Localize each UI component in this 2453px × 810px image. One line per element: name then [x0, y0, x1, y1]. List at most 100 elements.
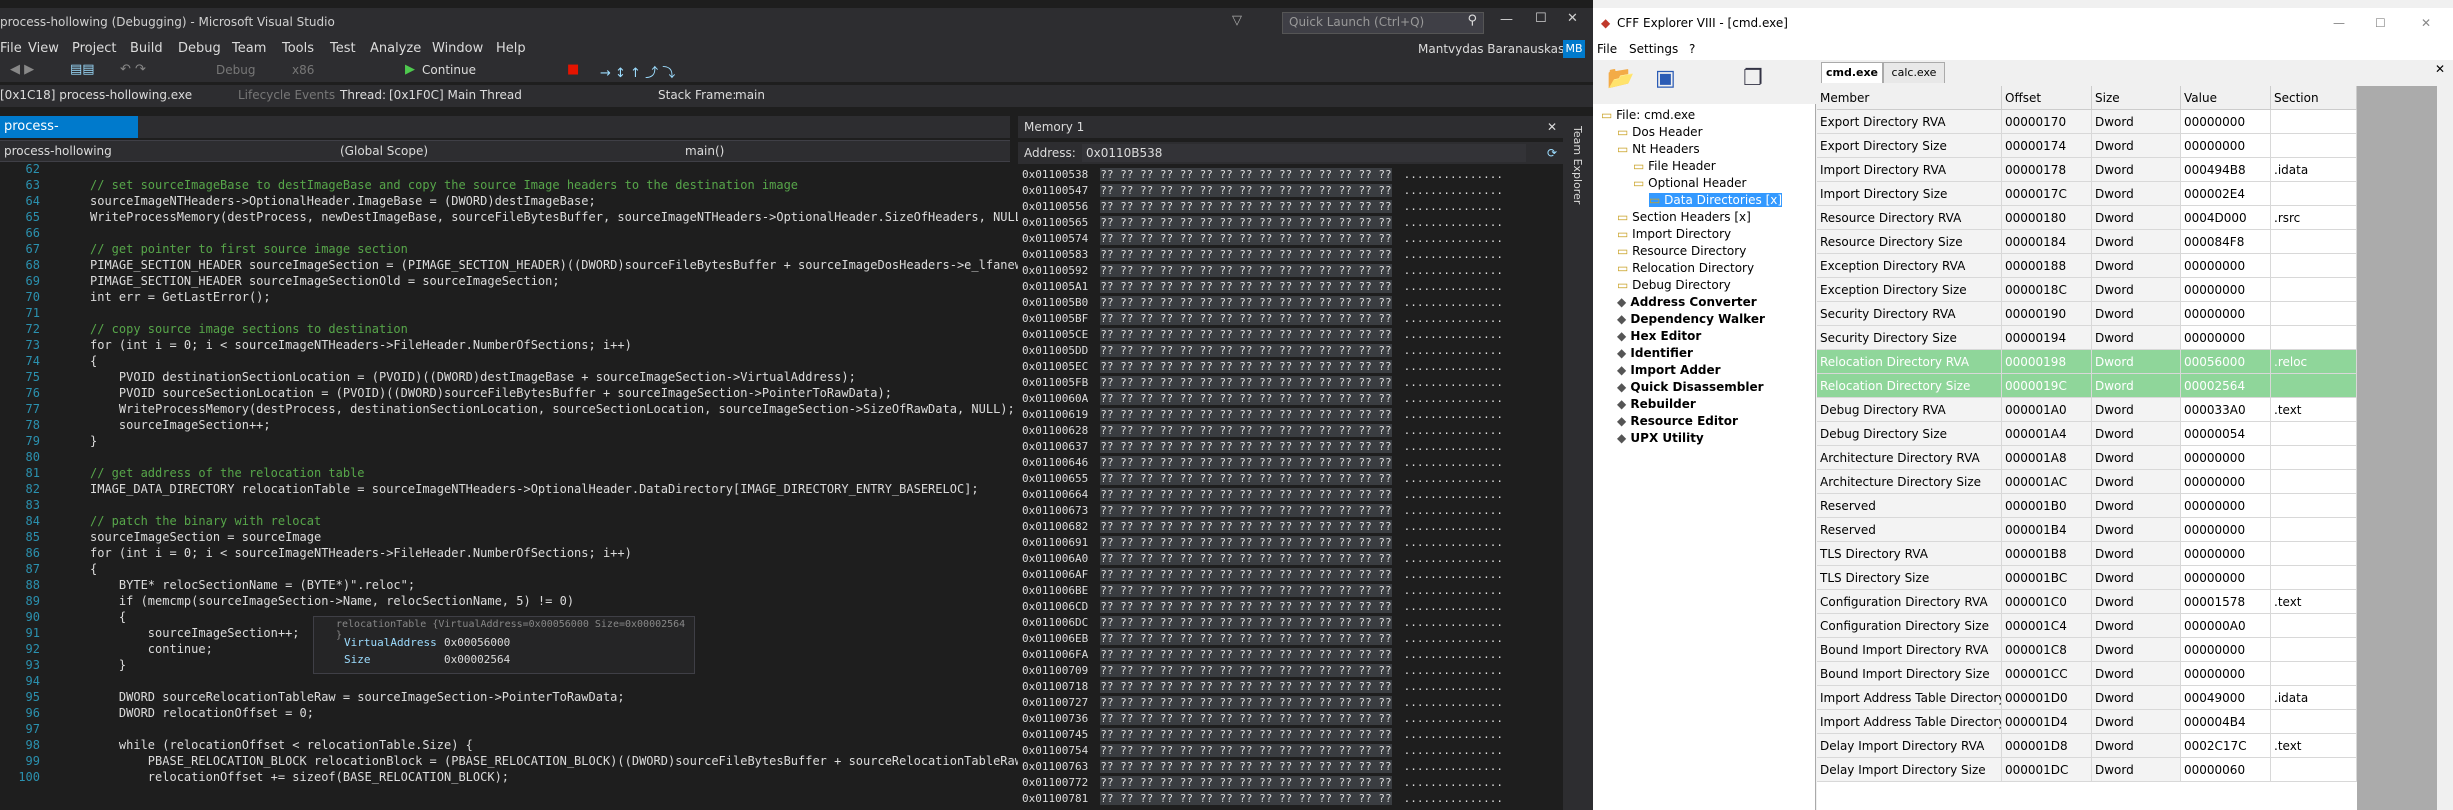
memory-row[interactable]: 0x01100538 ?? ?? ?? ?? ?? ?? ?? ?? ?? ?? …: [1022, 168, 1503, 181]
step-icons[interactable]: → ↕ ↑ ⤴ ⤵: [600, 62, 675, 81]
memory-row[interactable]: 0x01100682 ?? ?? ?? ?? ?? ?? ?? ?? ?? ?? …: [1022, 520, 1503, 533]
table-row[interactable]: Exception Directory Size 0000018C Dword 000…: [1817, 278, 2437, 302]
memory-row[interactable]: 0x01100673 ?? ?? ?? ?? ?? ?? ?? ?? ?? ?? …: [1022, 504, 1503, 517]
memory-row[interactable]: 0x01100745 ?? ?? ?? ?? ?? ?? ?? ?? ?? ?? …: [1022, 728, 1503, 741]
memory-row[interactable]: 0x01100592 ?? ?? ?? ?? ?? ?? ?? ?? ?? ?? …: [1022, 264, 1503, 277]
tree-node[interactable]: ◆ Hex Editor: [1617, 329, 1701, 343]
table-row[interactable]: Configuration Directory Size 000001C4 Dwor…: [1817, 614, 2437, 638]
menu-item[interactable]: Team: [232, 41, 266, 56]
minimize-button[interactable]: —: [1500, 12, 1513, 27]
code-line[interactable]: WriteProcessMemory(destProcess, destinat…: [90, 402, 1015, 416]
table-cell[interactable]: 00000000: [2181, 518, 2271, 542]
memory-row[interactable]: 0x011005CE ?? ?? ?? ?? ?? ?? ?? ?? ?? ?? …: [1022, 328, 1503, 341]
tree-node[interactable]: ◆ Import Adder: [1617, 363, 1721, 377]
table-cell[interactable]: 00000000: [2181, 110, 2271, 134]
memory-row[interactable]: 0x01100727 ?? ?? ?? ?? ?? ?? ?? ?? ?? ?? …: [1022, 696, 1503, 709]
table-cell[interactable]: 00000000: [2181, 326, 2271, 350]
memory-row[interactable]: 0x01100781 ?? ?? ?? ?? ?? ?? ?? ?? ?? ?? …: [1022, 792, 1503, 805]
table-cell[interactable]: 00000000: [2181, 134, 2271, 158]
table-row[interactable]: Delay Import Directory Size 000001DC Dword…: [1817, 758, 2437, 782]
table-cell[interactable]: 000000A0: [2181, 614, 2271, 638]
code-line[interactable]: {: [90, 562, 97, 576]
tab-process-hollowing-cpp[interactable]: process-hollowing.cpp ⊸ ✕: [0, 116, 138, 156]
tree-node[interactable]: ▭ Resource Directory: [1617, 244, 1746, 258]
menu-item[interactable]: Analyze: [370, 41, 421, 56]
project-scope[interactable]: process-hollowing: [4, 141, 112, 161]
code-line[interactable]: {: [90, 354, 97, 368]
memory-row[interactable]: 0x01100583 ?? ?? ?? ?? ?? ?? ?? ?? ?? ?? …: [1022, 248, 1503, 261]
memory-row[interactable]: 0x011005EC ?? ?? ?? ?? ?? ?? ?? ?? ?? ?? …: [1022, 360, 1503, 373]
global-scope[interactable]: (Global Scope): [340, 141, 428, 161]
code-line[interactable]: PIMAGE_SECTION_HEADER sourceImageSection…: [90, 258, 1022, 272]
memory-row[interactable]: 0x011005DD ?? ?? ?? ?? ?? ?? ?? ?? ?? ?? …: [1022, 344, 1503, 357]
code-line[interactable]: }: [90, 434, 97, 448]
table-cell[interactable]: 00000000: [2181, 494, 2271, 518]
memory-row[interactable]: 0x011005FB ?? ?? ?? ?? ?? ?? ?? ?? ?? ?? …: [1022, 376, 1503, 389]
config-dropdown[interactable]: Debug: [216, 63, 255, 77]
menu-item[interactable]: Window: [432, 41, 483, 56]
quick-launch-input[interactable]: Quick Launch (Ctrl+Q) ⚲: [1282, 12, 1484, 34]
menu-item[interactable]: Debug: [178, 41, 221, 56]
tree-node[interactable]: ▭ Relocation Directory: [1617, 261, 1754, 275]
close-button[interactable]: ✕: [2421, 8, 2431, 38]
memory-address-input[interactable]: 0x0110B538: [1082, 144, 1526, 162]
minimize-button[interactable]: —: [2333, 8, 2345, 38]
close-button[interactable]: ✕: [1567, 11, 1578, 26]
team-explorer-tab[interactable]: Team Explorer: [1563, 116, 1593, 810]
table-cell[interactable]: 00056000: [2181, 350, 2271, 374]
code-line[interactable]: {: [90, 610, 126, 624]
tree-node[interactable]: ◆ UPX Utility: [1617, 431, 1704, 445]
table-row[interactable]: Resource Directory RVA 00000180 Dword 0004D…: [1817, 206, 2437, 230]
table-row[interactable]: TLS Directory RVA 000001B8 Dword 00000000: [1817, 542, 2437, 566]
memory-row[interactable]: 0x01100736 ?? ?? ?? ?? ?? ?? ?? ?? ?? ?? …: [1022, 712, 1503, 725]
table-row[interactable]: Import Address Table Directory ... 000001…: [1817, 686, 2437, 710]
table-cell[interactable]: 000084F8: [2181, 230, 2271, 254]
table-cell[interactable]: 00002564: [2181, 374, 2271, 398]
save-icon[interactable]: ▣: [1655, 66, 1676, 91]
table-cell[interactable]: 00049000: [2181, 686, 2271, 710]
undo-icon[interactable]: ↶ ↷: [120, 62, 146, 77]
tree-node[interactable]: ▭ Debug Directory: [1617, 278, 1731, 292]
lifecycle-events[interactable]: Lifecycle Events: [238, 88, 335, 102]
table-row[interactable]: Reserved 000001B0 Dword 00000000: [1817, 494, 2437, 518]
memory-row[interactable]: 0x01100637 ?? ?? ?? ?? ?? ?? ?? ?? ?? ?? …: [1022, 440, 1503, 453]
code-line[interactable]: sourceImageSection++;: [90, 418, 271, 432]
code-line[interactable]: // patch the binary with relocat: [90, 514, 321, 528]
table-cell[interactable]: 000004B4: [2181, 710, 2271, 734]
table-row[interactable]: Import Directory Size 0000017C Dword 000002…: [1817, 182, 2437, 206]
table-row[interactable]: Bound Import Directory Size 000001CC Dword…: [1817, 662, 2437, 686]
filter-icon[interactable]: ▽: [1232, 13, 1242, 28]
tree-node[interactable]: ▭ Nt Headers: [1617, 142, 1700, 156]
table-row[interactable]: Relocation Directory Size 0000019C Dword 00…: [1817, 374, 2437, 398]
table-row[interactable]: Exception Directory RVA 00000188 Dword 0000…: [1817, 254, 2437, 278]
tab-cmd-exe[interactable]: cmd.exe: [1821, 62, 1883, 83]
memory-row[interactable]: 0x011006BE ?? ?? ?? ?? ?? ?? ?? ?? ?? ?? …: [1022, 584, 1503, 597]
memory-row[interactable]: 0x01100763 ?? ?? ?? ?? ?? ?? ?? ?? ?? ?? …: [1022, 760, 1503, 773]
table-row[interactable]: Architecture Directory Size 000001AC Dword…: [1817, 470, 2437, 494]
column-header[interactable]: Section: [2271, 86, 2357, 110]
table-cell[interactable]: 00000000: [2181, 254, 2271, 278]
table-row[interactable]: Resource Directory Size 00000184 Dword 0000…: [1817, 230, 2437, 254]
tree-node[interactable]: ◆ Resource Editor: [1617, 414, 1738, 428]
column-header[interactable]: Member: [1817, 86, 2002, 110]
memory-row[interactable]: 0x011006EB ?? ?? ?? ?? ?? ?? ?? ?? ?? ?? …: [1022, 632, 1503, 645]
memory-row[interactable]: 0x0110060A ?? ?? ?? ?? ?? ?? ?? ?? ?? ?? …: [1022, 392, 1503, 405]
table-row[interactable]: Security Directory RVA 00000190 Dword 00000…: [1817, 302, 2437, 326]
table-row[interactable]: Delay Import Directory RVA 000001D8 Dword 0…: [1817, 734, 2437, 758]
table-cell[interactable]: 00000000: [2181, 638, 2271, 662]
table-cell[interactable]: 00000000: [2181, 446, 2271, 470]
close-icon[interactable]: ✕: [2435, 62, 2445, 76]
memory-row[interactable]: 0x01100565 ?? ?? ?? ?? ?? ?? ?? ?? ?? ?? …: [1022, 216, 1503, 229]
table-cell[interactable]: 000002E4: [2181, 182, 2271, 206]
code-line[interactable]: DWORD relocationOffset = 0;: [90, 706, 314, 720]
table-cell[interactable]: 00000000: [2181, 302, 2271, 326]
user-name[interactable]: Mantvydas Baranauskas: [1418, 42, 1564, 56]
table-cell[interactable]: 00000000: [2181, 278, 2271, 302]
tree-node[interactable]: ▭ Data Directories [x]: [1649, 193, 1783, 207]
code-line[interactable]: int err = GetLastError();: [90, 290, 271, 304]
memory-row[interactable]: 0x011006A0 ?? ?? ?? ?? ?? ?? ?? ?? ?? ?? …: [1022, 552, 1503, 565]
code-line[interactable]: // set sourceImageBase to destImageBase …: [90, 178, 798, 192]
table-cell[interactable]: 00000060: [2181, 758, 2271, 782]
table-cell[interactable]: 000033A0: [2181, 398, 2271, 422]
close-icon[interactable]: ✕: [1547, 116, 1557, 138]
